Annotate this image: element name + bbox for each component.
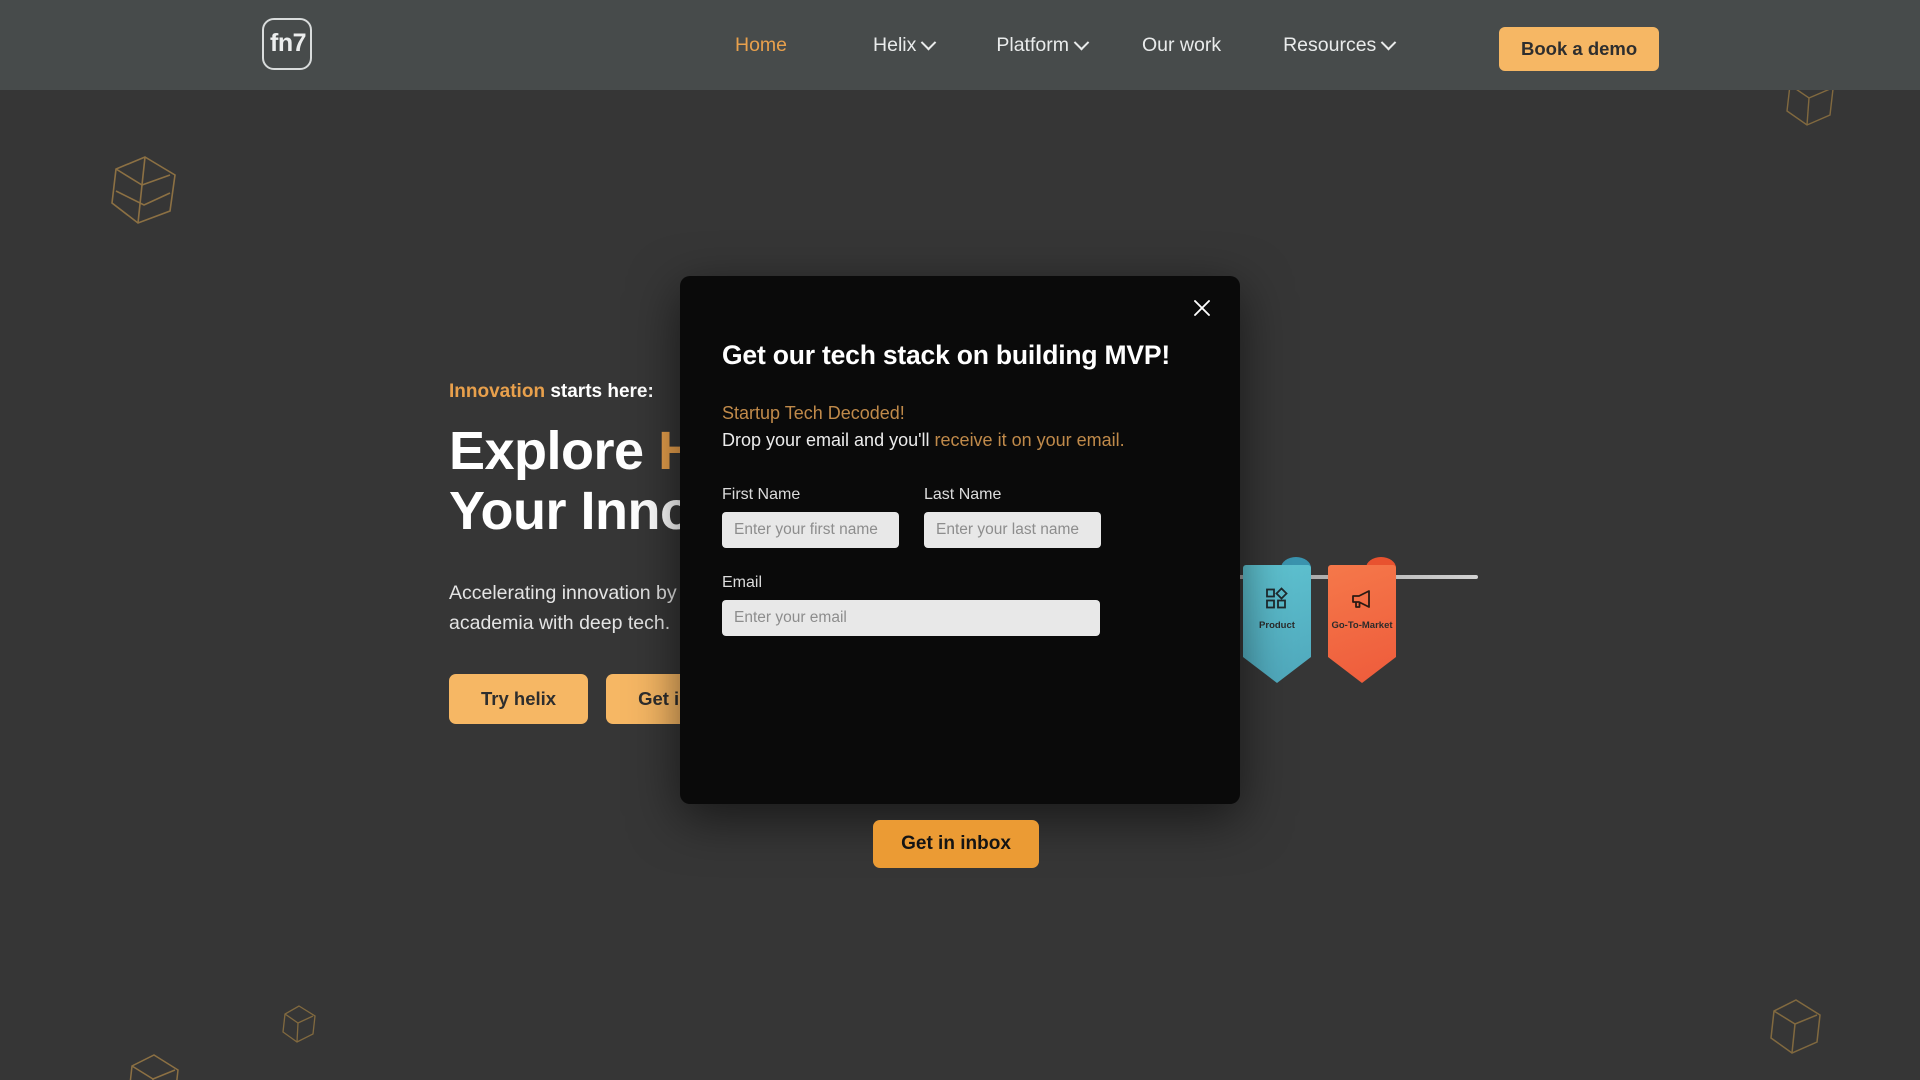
modal-subtitle: Startup Tech Decoded! Drop your email an… — [722, 400, 1125, 455]
newsletter-modal: Get our tech stack on building MVP! Star… — [680, 276, 1240, 868]
last-name-input[interactable] — [924, 512, 1101, 548]
close-button[interactable] — [1187, 293, 1217, 323]
modal-overlay: Get our tech stack on building MVP! Star… — [0, 0, 1920, 1080]
first-name-field-group: First Name — [722, 486, 899, 548]
email-input[interactable] — [722, 600, 1100, 636]
signup-form: First Name Last Name Email Get in inbox — [722, 486, 1101, 868]
last-name-label: Last Name — [924, 486, 1002, 503]
email-field-group: Email — [722, 574, 1100, 636]
last-name-field-group: Last Name — [924, 486, 1101, 548]
modal-subtitle-line-2: Drop your email and you'll receive it on… — [722, 427, 1125, 454]
submit-row: Get in inbox — [722, 820, 1190, 868]
get-in-inbox-button[interactable]: Get in inbox — [873, 820, 1039, 868]
close-icon — [1194, 300, 1210, 316]
first-name-input[interactable] — [722, 512, 899, 548]
first-name-label: First Name — [722, 486, 801, 503]
modal-title: Get our tech stack on building MVP! — [722, 340, 1170, 370]
modal-subtitle-gold: receive it on your email. — [934, 430, 1125, 451]
name-row: First Name Last Name — [722, 486, 1101, 548]
email-label: Email — [722, 574, 763, 591]
modal-subtitle-line-1: Startup Tech Decoded! — [722, 403, 905, 423]
modal-subtitle-plain: Drop your email and you'll — [722, 430, 935, 451]
